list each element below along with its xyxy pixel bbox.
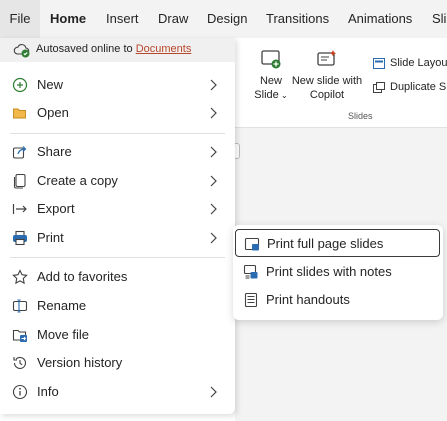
printer-icon — [13, 230, 27, 246]
print-handouts[interactable]: Print handouts — [235, 286, 440, 314]
menu-item-rename-label: Rename — [37, 298, 87, 313]
folder-open-icon — [13, 108, 26, 119]
menu-item-create-copy-label: Create a copy — [37, 173, 118, 188]
print-full-page-slides-label: Print full page slides — [267, 236, 384, 251]
new-slide-button[interactable]: New Slide ⌄ — [253, 48, 289, 103]
slide-layout-label: Slide Layou — [390, 57, 447, 69]
print-slides-with-notes[interactable]: Print slides with notes — [235, 258, 440, 286]
rename-icon — [12, 299, 28, 313]
new-slide-label-2: Slide — [254, 89, 279, 101]
new-slide-icon — [261, 50, 281, 69]
print-handouts-label: Print handouts — [266, 292, 350, 307]
print-full-page-icon — [244, 237, 260, 251]
copilot-slide-icon — [317, 50, 337, 66]
file-menu: Autosaved online to Documents New Open S… — [0, 38, 235, 414]
menu-divider — [10, 133, 225, 134]
tab-design[interactable]: Design — [207, 0, 247, 38]
chevron-right-icon — [210, 386, 217, 398]
new-slide-label-1: New — [259, 75, 282, 87]
menu-item-version-history-label: Version history — [37, 355, 123, 370]
group-label-slides: Slides — [348, 111, 373, 121]
menu-item-new-label: New — [37, 77, 64, 92]
menu-item-info[interactable]: Info — [0, 378, 235, 406]
tab-insert[interactable]: Insert — [106, 0, 139, 38]
chevron-right-icon — [210, 203, 217, 215]
duplicate-slide-button[interactable]: Duplicate Sl — [373, 81, 447, 93]
ribbon-tab-bar: File Home Insert Draw Design Transitions… — [0, 0, 447, 38]
menu-item-info-label: Info — [37, 384, 59, 399]
menu-item-open[interactable]: Open — [0, 99, 235, 127]
menu-item-print-label: Print — [37, 230, 64, 245]
menu-item-export[interactable]: Export — [0, 195, 235, 223]
print-full-page-slides[interactable]: Print full page slides — [235, 229, 440, 257]
history-icon — [13, 356, 27, 369]
tab-animations[interactable]: Animations — [348, 0, 412, 38]
chevron-right-icon — [210, 232, 217, 244]
slide-layout-button[interactable]: Slide Layou — [373, 57, 447, 69]
menu-item-export-label: Export — [37, 201, 75, 216]
info-icon — [12, 384, 28, 400]
plus-circle-icon — [12, 77, 28, 93]
export-arrow-icon — [12, 204, 27, 214]
chevron-right-icon — [210, 79, 217, 91]
star-icon — [12, 269, 28, 285]
new-slide-with-copilot-button[interactable]: New slide with Copilot — [291, 48, 363, 102]
duplicate-slide-label: Duplicate Sl — [390, 81, 447, 93]
tab-draw[interactable]: Draw — [158, 0, 188, 38]
autosave-text: Autosaved online to — [36, 43, 133, 55]
share-icon — [12, 146, 27, 159]
copilot-label-2: Copilot — [309, 89, 345, 101]
chevron-right-icon — [210, 146, 217, 158]
menu-item-open-label: Open — [37, 105, 69, 120]
tab-transitions[interactable]: Transitions — [266, 0, 329, 38]
autosave-status: Autosaved online to Documents — [0, 38, 235, 62]
move-file-icon — [12, 329, 27, 342]
menu-item-rename[interactable]: Rename — [0, 292, 235, 320]
menu-item-create-copy[interactable]: Create a copy — [0, 167, 235, 195]
ribbon-home-panel: New Slide ⌄ New slide with Copilot Slide… — [235, 38, 447, 128]
print-slides-with-notes-label: Print slides with notes — [266, 264, 392, 279]
copy-icon — [13, 173, 26, 189]
menu-item-share-label: Share — [37, 144, 72, 159]
menu-item-move-file-label: Move file — [37, 327, 90, 342]
tab-home[interactable]: Home — [50, 0, 86, 38]
cloud-check-icon — [13, 44, 30, 58]
duplicate-icon — [373, 81, 385, 93]
menu-item-print[interactable]: Print — [0, 224, 235, 252]
layout-icon — [373, 57, 385, 69]
print-notes-icon — [243, 264, 258, 279]
documents-link[interactable]: Documents — [136, 43, 192, 55]
menu-item-new[interactable]: New — [0, 71, 235, 99]
chevron-right-icon — [210, 107, 217, 119]
menu-item-add-to-favorites[interactable]: Add to favorites — [0, 263, 235, 291]
menu-divider — [10, 257, 225, 258]
chevron-right-icon — [210, 175, 217, 187]
tab-file[interactable]: File — [0, 0, 40, 38]
menu-item-move-file[interactable]: Move file — [0, 321, 235, 349]
print-handouts-icon — [244, 292, 258, 308]
tab-slide-show[interactable]: Sli — [432, 0, 446, 38]
print-submenu: Print full page slides Print slides with… — [233, 225, 443, 320]
chevron-down-icon: ⌄ — [278, 91, 288, 100]
copilot-label-1: New slide with — [291, 75, 363, 87]
menu-item-add-to-favorites-label: Add to favorites — [37, 269, 128, 284]
menu-item-share[interactable]: Share — [0, 138, 235, 166]
menu-item-version-history[interactable]: Version history — [0, 349, 235, 377]
